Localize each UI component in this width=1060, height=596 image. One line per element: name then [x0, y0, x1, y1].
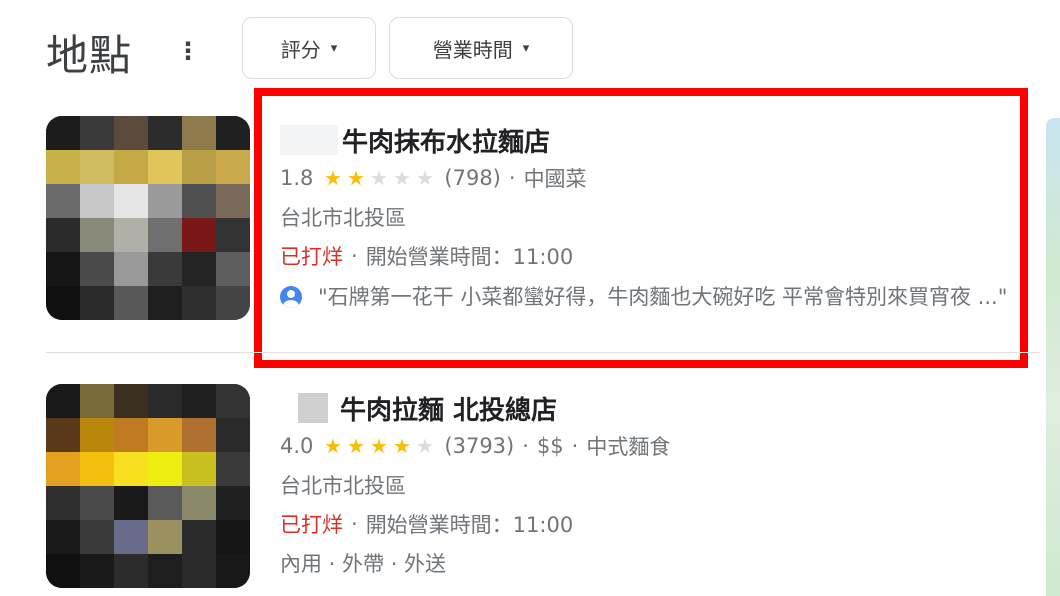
rating-filter-label: 評分 — [280, 37, 321, 62]
opening-hours: 開始營業時間：11:00 — [365, 512, 574, 537]
divider — [46, 352, 1040, 353]
rating-stars: ★ ★ ★ ★ ★ — [321, 434, 436, 458]
star-filled-icon: ★ — [369, 433, 388, 458]
status-closed: 已打烊 — [280, 512, 343, 537]
listing-photo-pixelated[interactable] — [46, 116, 250, 320]
listing-name-row: 牛肉拉麵 北投總店 — [280, 390, 1020, 426]
separator-dot: · — [522, 433, 529, 458]
service-options: 內用 · 外帶 · 外送 — [280, 551, 447, 576]
page-title: 地點 — [46, 31, 133, 80]
star-empty-icon: ★ — [415, 433, 434, 458]
rating-filter-chip[interactable]: 評分 ▾ — [242, 17, 376, 79]
map-preview[interactable] — [1046, 118, 1060, 596]
chevron-down-icon: ▾ — [330, 40, 338, 56]
category: 中式麵食 — [586, 434, 671, 459]
rating-value: 4.0 — [280, 433, 314, 458]
hours-row: 已打烊 · 開始營業時間：11:00 — [280, 504, 1020, 543]
hours-filter-chip[interactable]: 營業時間 ▾ — [389, 17, 573, 79]
listing-card[interactable]: 牛肉拉麵 北投總店 4.0 ★ ★ ★ ★ ★ (3793) · $$ · 中式麵食 台… — [280, 390, 1020, 582]
listing-photo-pixelated[interactable] — [46, 384, 250, 588]
star-filled-icon: ★ — [392, 433, 411, 458]
redacted-name-blur — [298, 393, 328, 423]
review-count[interactable]: (3793) — [444, 434, 514, 458]
rating-row: 4.0 ★ ★ ★ ★ ★ (3793) · $$ · 中式麵食 — [280, 426, 1020, 465]
address: 台北市北投區 — [280, 473, 406, 498]
highlight-box — [254, 88, 1028, 368]
star-filled-icon: ★ — [323, 433, 342, 458]
separator-dot: · — [351, 511, 358, 536]
separator-dot: · — [571, 433, 579, 458]
more-options-icon[interactable]: ⋮ — [176, 36, 200, 66]
hours-filter-label: 營業時間 — [432, 37, 513, 62]
star-filled-icon: ★ — [346, 433, 365, 458]
listing-name[interactable]: 牛肉拉麵 北投總店 — [340, 390, 557, 427]
price-level: $$ — [536, 433, 564, 458]
chevron-down-icon: ▾ — [522, 40, 530, 56]
